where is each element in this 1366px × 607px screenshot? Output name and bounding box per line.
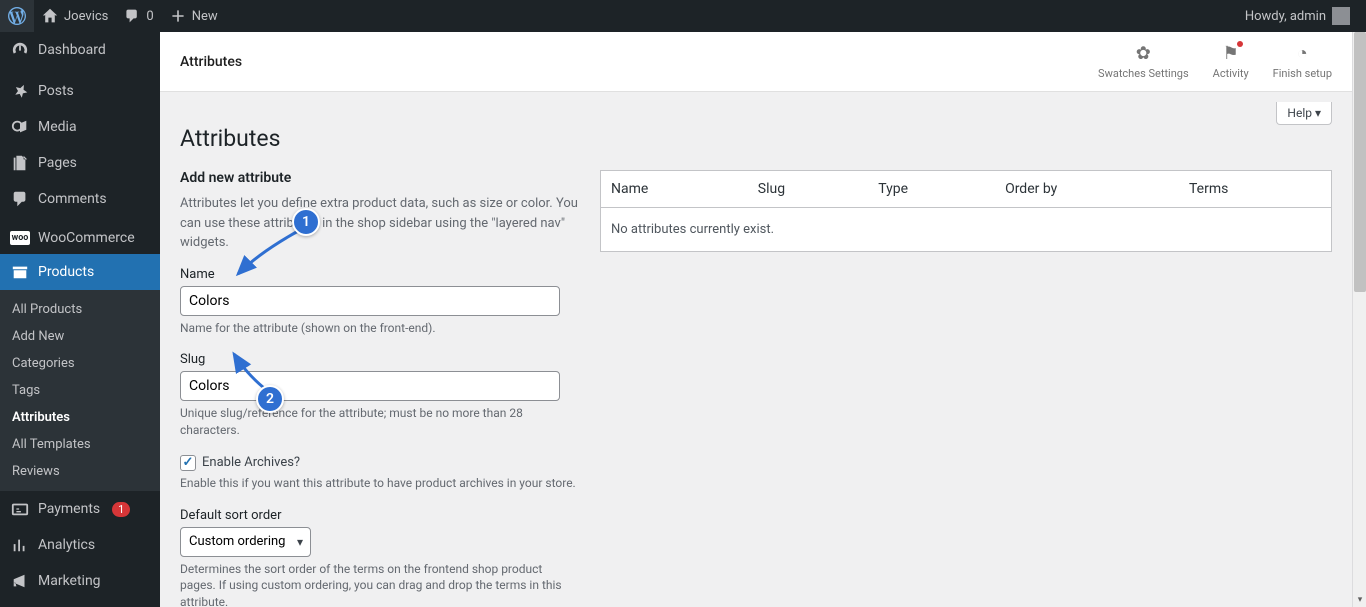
dashboard-icon xyxy=(10,40,30,60)
sidebar-item-label: Products xyxy=(38,264,94,280)
sidebar-item-posts[interactable]: Posts xyxy=(0,73,160,109)
action-label: Finish setup xyxy=(1273,67,1332,80)
new-content-menu[interactable]: New xyxy=(162,0,226,32)
media-icon xyxy=(10,117,30,137)
woo-icon: woo xyxy=(10,231,30,245)
sidebar-item-label: Payments xyxy=(38,501,100,517)
th-orderby[interactable]: Order by xyxy=(995,171,1179,208)
comment-icon xyxy=(10,189,30,209)
sidebar-item-payments[interactable]: Payments 1 xyxy=(0,491,160,527)
annotation-callout-1: 1 xyxy=(292,208,320,236)
comment-icon xyxy=(124,8,140,24)
th-name[interactable]: Name xyxy=(601,171,748,208)
sort-help: Determines the sort order of the terms o… xyxy=(180,561,580,607)
sidebar-item-label: Analytics xyxy=(38,537,95,553)
sidebar-item-woocommerce[interactable]: woo WooCommerce xyxy=(0,222,160,254)
plus-icon xyxy=(170,8,186,24)
account-menu[interactable]: Howdy, admin xyxy=(1237,0,1358,32)
table-empty-row: No attributes currently exist. xyxy=(601,208,1332,252)
attributes-table: Name Slug Type Order by Terms No attribu… xyxy=(600,170,1332,252)
sidebar-item-label: Media xyxy=(38,119,77,135)
slug-help: Unique slug/reference for the attribute;… xyxy=(180,405,580,439)
analytics-icon xyxy=(10,535,30,555)
enable-archives-help: Enable this if you want this attribute t… xyxy=(180,475,580,492)
sidebar-item-label: Marketing xyxy=(38,573,101,589)
sidebar-item-media[interactable]: Media xyxy=(0,109,160,145)
sidebar-item-label: Dashboard xyxy=(38,42,106,58)
th-terms[interactable]: Terms xyxy=(1179,171,1332,208)
avatar xyxy=(1332,7,1350,25)
wc-topbar: Attributes ✿ Swatches Settings ⚑ Activit… xyxy=(160,32,1352,92)
th-slug[interactable]: Slug xyxy=(748,171,868,208)
swatches-settings-button[interactable]: ✿ Swatches Settings xyxy=(1098,43,1189,80)
action-label: Swatches Settings xyxy=(1098,67,1189,80)
site-name-menu[interactable]: Joevics xyxy=(34,0,116,32)
submenu-reviews[interactable]: Reviews xyxy=(0,458,160,485)
add-attribute-form: Add new attribute Attributes let you def… xyxy=(180,170,580,607)
sidebar-item-dashboard[interactable]: Dashboard xyxy=(0,32,160,68)
new-label: New xyxy=(192,9,218,24)
site-name-label: Joevics xyxy=(64,9,108,24)
sidebar-item-products[interactable]: Products xyxy=(0,254,160,290)
comments-count: 0 xyxy=(146,9,153,24)
name-input[interactable] xyxy=(180,286,560,316)
form-intro: Attributes let you define extra product … xyxy=(180,194,580,253)
finish-setup-button[interactable]: ◔ Finish setup xyxy=(1273,43,1332,80)
sidebar-item-label: Pages xyxy=(38,155,77,171)
pages-icon xyxy=(10,153,30,173)
slug-label: Slug xyxy=(180,352,580,367)
payments-icon xyxy=(10,499,30,519)
submenu-all-templates[interactable]: All Templates xyxy=(0,431,160,458)
help-tab[interactable]: Help ▾ xyxy=(1276,102,1332,125)
flag-icon: ⚑ xyxy=(1223,43,1239,64)
th-type[interactable]: Type xyxy=(868,171,995,208)
sidebar-item-comments[interactable]: Comments xyxy=(0,181,160,217)
name-label: Name xyxy=(180,267,580,282)
progress-icon: ◔ xyxy=(1297,43,1308,64)
admin-bar: Joevics 0 New Howdy, admin xyxy=(0,0,1366,32)
sort-label: Default sort order xyxy=(180,508,580,523)
wp-logo-menu[interactable] xyxy=(0,0,34,32)
comments-menu[interactable]: 0 xyxy=(116,0,161,32)
payments-badge: 1 xyxy=(112,502,130,517)
scroll-down-icon[interactable]: ▾ xyxy=(1353,593,1366,607)
submenu-all-products[interactable]: All Products xyxy=(0,296,160,323)
gear-icon: ✿ xyxy=(1136,43,1151,64)
products-submenu: All Products Add New Categories Tags Att… xyxy=(0,290,160,491)
empty-message: No attributes currently exist. xyxy=(601,208,1332,252)
submenu-categories[interactable]: Categories xyxy=(0,350,160,377)
annotation-callout-2: 2 xyxy=(256,385,284,413)
marketing-icon xyxy=(10,571,30,591)
submenu-attributes[interactable]: Attributes xyxy=(0,404,160,431)
products-icon xyxy=(10,262,30,282)
slug-input[interactable] xyxy=(180,371,560,401)
pin-icon xyxy=(10,81,30,101)
sort-order-select[interactable]: Custom ordering xyxy=(180,527,311,557)
enable-archives-checkbox[interactable] xyxy=(180,455,196,471)
sidebar-item-label: Posts xyxy=(38,83,74,99)
submenu-tags[interactable]: Tags xyxy=(0,377,160,404)
table-header-row: Name Slug Type Order by Terms xyxy=(601,171,1332,208)
sidebar-item-label: Comments xyxy=(38,191,107,207)
activity-button[interactable]: ⚑ Activity xyxy=(1213,43,1249,80)
chevron-down-icon: ▾ xyxy=(1315,106,1321,120)
enable-archives-label: Enable Archives? xyxy=(202,455,300,470)
wordpress-icon xyxy=(8,7,26,25)
action-label: Activity xyxy=(1213,67,1249,80)
scrollbar[interactable]: ▴ ▾ xyxy=(1352,32,1366,607)
admin-sidebar: Dashboard Posts Media Pages Comments woo… xyxy=(0,32,160,607)
content-area: Attributes ✿ Swatches Settings ⚑ Activit… xyxy=(160,32,1352,607)
topbar-title: Attributes xyxy=(180,54,242,70)
submenu-add-new[interactable]: Add New xyxy=(0,323,160,350)
sidebar-item-marketing[interactable]: Marketing xyxy=(0,563,160,599)
form-section-title: Add new attribute xyxy=(180,170,580,186)
page-title: Attributes xyxy=(180,125,1332,152)
name-help: Name for the attribute (shown on the fro… xyxy=(180,320,580,337)
home-icon xyxy=(42,8,58,24)
sidebar-item-pages[interactable]: Pages xyxy=(0,145,160,181)
sidebar-item-label: WooCommerce xyxy=(38,230,135,246)
sidebar-item-analytics[interactable]: Analytics xyxy=(0,527,160,563)
scroll-thumb[interactable] xyxy=(1354,32,1366,292)
howdy-text: Howdy, admin xyxy=(1245,9,1326,24)
